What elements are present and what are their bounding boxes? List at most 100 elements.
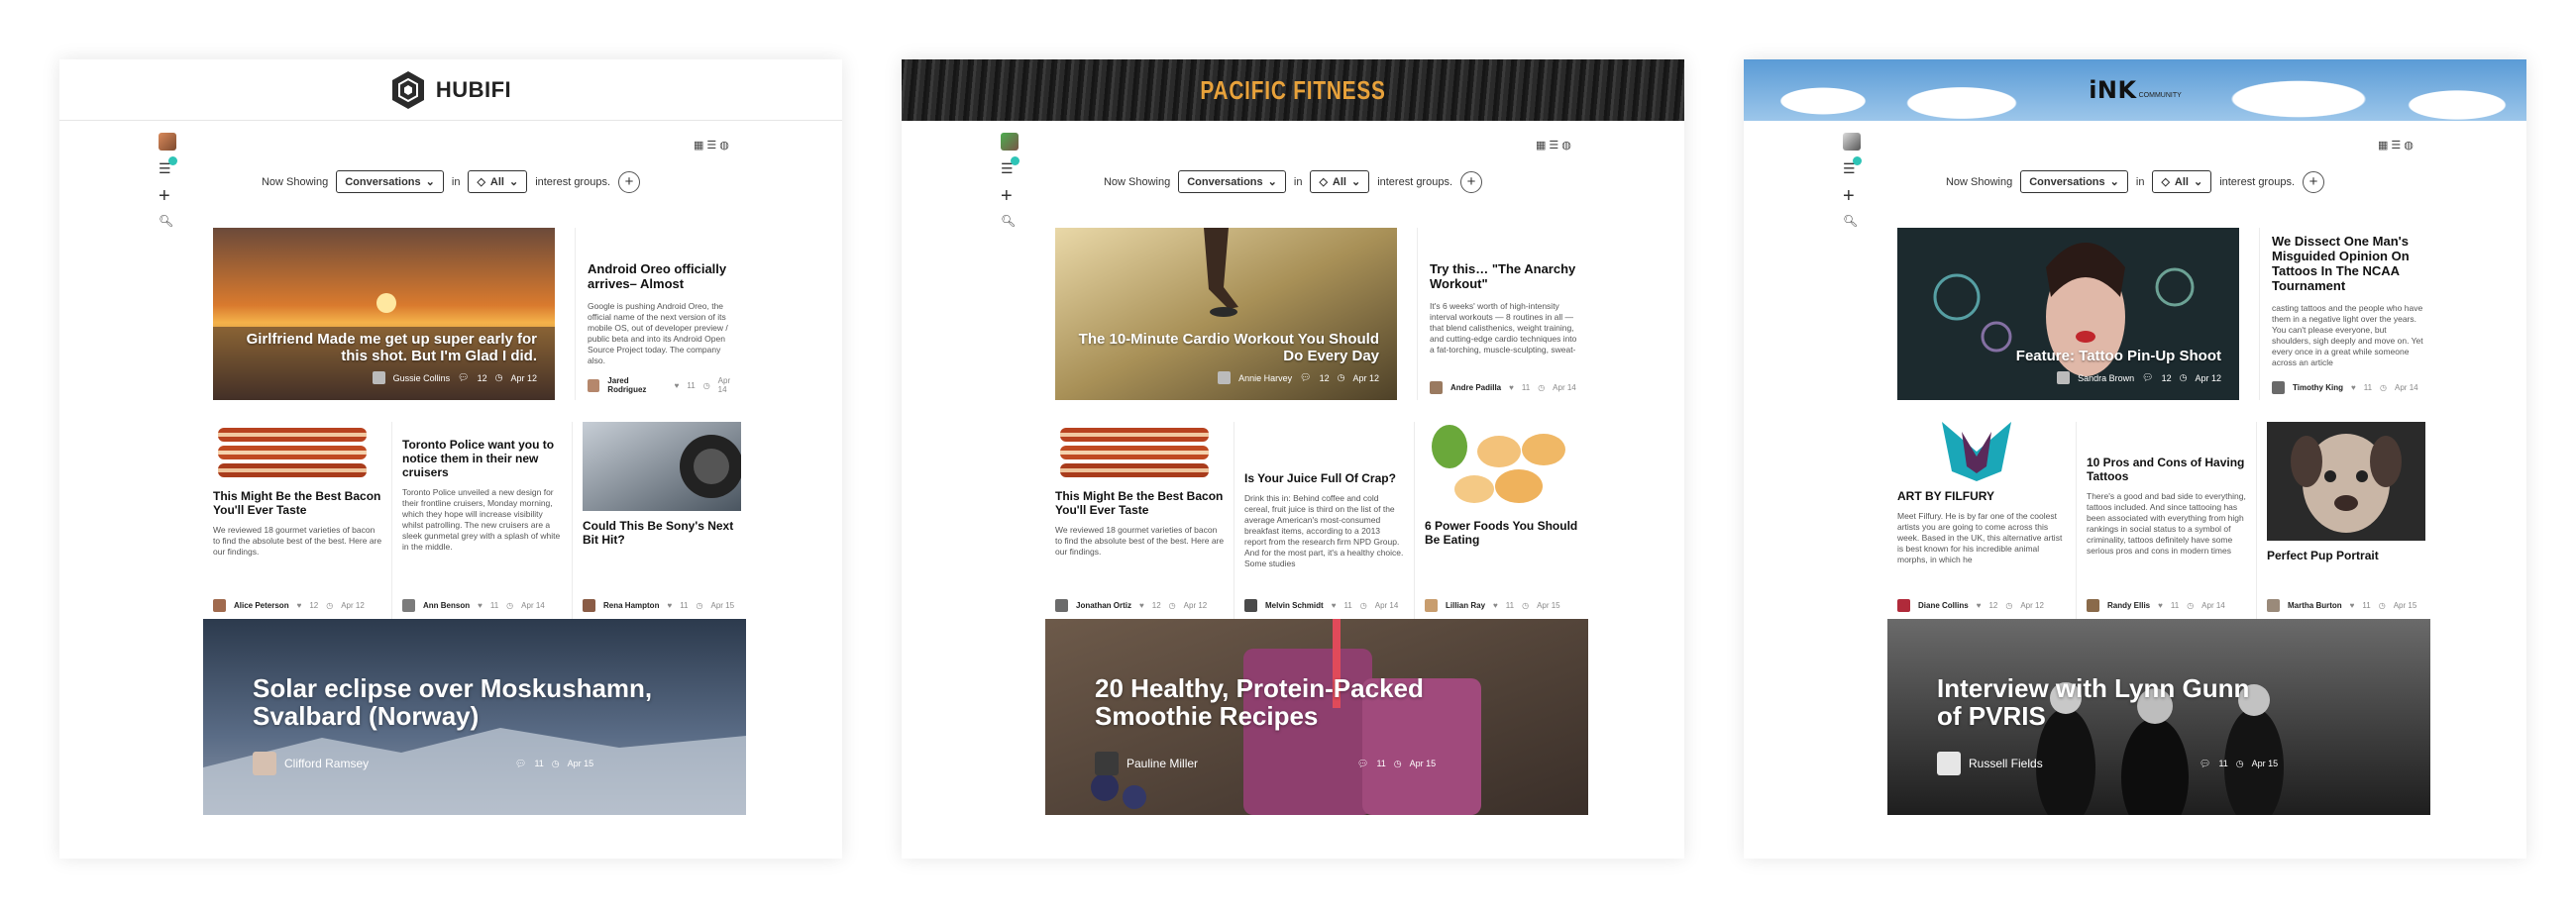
author-name[interactable]: Clifford Ramsey — [284, 757, 369, 770]
user-avatar[interactable] — [1843, 133, 1861, 151]
search-icon[interactable]: 🔍︎ — [1843, 214, 1867, 228]
article-card[interactable]: This Might Be the Best Bacon You'll Ever… — [1055, 422, 1226, 620]
comment-count: 11 — [1376, 758, 1386, 768]
feature-article[interactable]: 20 Healthy, Protein-Packed Smoothie Recip… — [1045, 619, 1588, 815]
globe-icon[interactable]: ◍ — [719, 140, 732, 152]
clock-icon: ◷ — [494, 372, 503, 382]
type-dropdown[interactable]: Conversations ⌄ — [336, 170, 444, 193]
article-card[interactable]: This Might Be the Best Bacon You'll Ever… — [213, 422, 383, 620]
hero-article[interactable]: Girlfriend Made me get up super early fo… — [213, 228, 555, 400]
hero-title[interactable]: Feature: Tattoo Pin-Up Shoot — [2016, 348, 2221, 364]
side-article[interactable]: We Dissect One Man's Misguided Opinion O… — [2259, 228, 2424, 400]
author-name[interactable]: Andre Padilla — [1450, 383, 1501, 392]
article-row: ART BY FILFURY Meet Filfury. He is by fa… — [1897, 422, 2426, 620]
hero-article[interactable]: The 10-Minute Cardio Workout You Should … — [1055, 228, 1397, 400]
article-excerpt: Toronto Police unveiled a new design for… — [402, 487, 561, 552]
article-title[interactable]: Try this… "The Anarchy Workout" — [1430, 261, 1582, 291]
hero-title[interactable]: Girlfriend Made me get up super early fo… — [220, 331, 537, 364]
article-title[interactable]: 10 Pros and Cons of Having Tattoos — [2087, 456, 2246, 483]
author-avatar — [1897, 599, 1910, 612]
side-article[interactable]: Try this… "The Anarchy Workout" It's 6 w… — [1417, 228, 1582, 400]
heart-icon: ♥ — [2350, 383, 2356, 392]
chevron-down-icon: ⌄ — [2109, 176, 2119, 188]
author-name[interactable]: Rena Hampton — [603, 601, 659, 610]
article-title[interactable]: Could This Be Sony's Next Bit Hit? — [583, 519, 742, 547]
hubifi-panel: HUBIFI ☰ + 🔍︎ ▦☰◍ Now Showing Conversati… — [59, 59, 842, 859]
author-name[interactable]: Alice Peterson — [234, 601, 289, 610]
author-name[interactable]: Pauline Miller — [1127, 757, 1198, 770]
article-card[interactable]: Could This Be Sony's Next Bit Hit? Rena … — [572, 422, 742, 620]
group-dropdown[interactable]: ◇ All ⌄ — [468, 170, 528, 193]
user-avatar[interactable] — [159, 133, 176, 151]
author-name[interactable]: Randy Ellis — [2107, 601, 2150, 610]
author-name[interactable]: Melvin Schmidt — [1265, 601, 1324, 610]
author-name[interactable]: Ann Benson — [423, 601, 470, 610]
author-name[interactable]: Martha Burton — [2288, 601, 2342, 610]
article-title[interactable]: Is Your Juice Full Of Crap? — [1244, 471, 1404, 485]
author-avatar — [402, 599, 415, 612]
article-title[interactable]: 6 Power Foods You Should Be Eating — [1425, 519, 1584, 547]
group-dropdown[interactable]: ◇ All ⌄ — [2152, 170, 2212, 193]
side-article[interactable]: Android Oreo officially arrives– Almost … — [575, 228, 740, 400]
author-name[interactable]: Lillian Ray — [1446, 601, 1485, 610]
article-card[interactable]: Toronto Police want you to notice them i… — [391, 422, 562, 620]
author-name[interactable]: Jared Rodriguez — [607, 376, 666, 394]
author-name[interactable]: Russell Fields — [1969, 757, 2043, 770]
feature-title[interactable]: Solar eclipse over Moskushamn, Svalbard (… — [253, 674, 652, 730]
like-count: 11 — [2363, 383, 2373, 392]
globe-icon[interactable]: ◍ — [1561, 140, 1574, 152]
type-value: Conversations — [345, 175, 421, 188]
post-date: Apr 12 — [2020, 601, 2044, 610]
article-card[interactable]: 10 Pros and Cons of Having Tattoos There… — [2076, 422, 2246, 620]
article-title[interactable]: Toronto Police want you to notice them i… — [402, 438, 562, 479]
group-dropdown[interactable]: ◇ All ⌄ — [1310, 170, 1370, 193]
article-card[interactable]: Is Your Juice Full Of Crap? Drink this i… — [1234, 422, 1404, 620]
article-title[interactable]: ART BY FILFURY — [1897, 489, 2068, 503]
globe-icon[interactable]: ◍ — [2404, 140, 2416, 152]
author-avatar — [1937, 752, 1961, 775]
author-name[interactable]: Timothy King — [2293, 383, 2343, 392]
hero-article[interactable]: Feature: Tattoo Pin-Up Shoot Sandra Brow… — [1897, 228, 2239, 400]
article-title[interactable]: This Might Be the Best Bacon You'll Ever… — [1055, 489, 1226, 517]
article-excerpt: Meet Filfury. He is by far one of the co… — [1897, 511, 2063, 564]
author-avatar — [213, 599, 226, 612]
list-view-icon[interactable]: ☰ — [2391, 140, 2404, 152]
grid-view-icon[interactable]: ▦ — [2378, 140, 2391, 152]
search-icon[interactable]: 🔍︎ — [159, 214, 182, 228]
user-avatar[interactable] — [1001, 133, 1019, 151]
brand-name[interactable]: iNK — [2089, 76, 2136, 104]
feature-title[interactable]: Interview with Lynn Gunn of PVRIS — [1937, 674, 2249, 730]
article-title[interactable]: We Dissect One Man's Misguided Opinion O… — [2272, 234, 2424, 293]
article-title[interactable]: Perfect Pup Portrait — [2267, 549, 2426, 562]
search-icon[interactable]: 🔍︎ — [1001, 214, 1024, 228]
feature-article[interactable]: Solar eclipse over Moskushamn, Svalbard (… — [203, 619, 746, 815]
author-name[interactable]: Jonathan Ortiz — [1076, 601, 1131, 610]
clock-icon: ◷ — [2378, 601, 2386, 610]
article-title[interactable]: Android Oreo officially arrives– Almost — [588, 261, 740, 291]
author-name[interactable]: Sandra Brown — [2078, 373, 2134, 383]
add-filter-button[interactable]: + — [1460, 170, 1483, 193]
list-view-icon[interactable]: ☰ — [1549, 140, 1561, 152]
grid-view-icon[interactable]: ▦ — [1536, 140, 1549, 152]
article-excerpt: We reviewed 18 gourmet varieties of baco… — [1055, 525, 1225, 557]
feature-title-line2: Smoothie Recipes — [1095, 701, 1319, 731]
grid-view-icon[interactable]: ▦ — [694, 140, 706, 152]
feature-title-line1: Solar eclipse over Moskushamn, — [253, 673, 653, 703]
feature-article[interactable]: Interview with Lynn Gunn of PVRIS Russell… — [1887, 619, 2430, 815]
list-view-icon[interactable]: ☰ — [706, 140, 719, 152]
author-name[interactable]: Annie Harvey — [1238, 373, 1292, 383]
article-card[interactable]: Perfect Pup Portrait Martha Burton ♥ 11 ◷… — [2256, 422, 2426, 620]
article-card[interactable]: 6 Power Foods You Should Be Eating Lilli… — [1414, 422, 1584, 620]
type-dropdown[interactable]: Conversations ⌄ — [1178, 170, 1286, 193]
hero-title[interactable]: The 10-Minute Cardio Workout You Should … — [1062, 331, 1379, 364]
author-name[interactable]: Diane Collins — [1918, 601, 1969, 610]
article-title[interactable]: This Might Be the Best Bacon You'll Ever… — [213, 489, 383, 517]
add-filter-button[interactable]: + — [618, 170, 641, 193]
author-name[interactable]: Gussie Collins — [393, 373, 451, 383]
article-card[interactable]: ART BY FILFURY Meet Filfury. He is by fa… — [1897, 422, 2068, 620]
brand-name[interactable]: HUBIFI — [436, 77, 511, 103]
add-filter-button[interactable]: + — [2303, 170, 2325, 193]
type-dropdown[interactable]: Conversations ⌄ — [2020, 170, 2128, 193]
brand-name[interactable]: PACIFIC FITNESS — [1200, 75, 1385, 106]
feature-title[interactable]: 20 Healthy, Protein-Packed Smoothie Recip… — [1095, 674, 1424, 730]
